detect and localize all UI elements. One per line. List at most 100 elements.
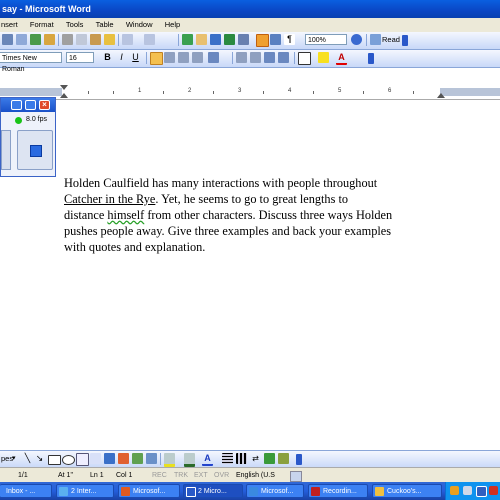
bullets-icon[interactable] bbox=[250, 52, 261, 63]
word-icon bbox=[186, 487, 196, 497]
oval-tool-icon[interactable] bbox=[62, 455, 75, 465]
status-language: English (U.S bbox=[236, 472, 275, 479]
shadow-style-icon[interactable] bbox=[264, 453, 275, 464]
taskbar-item-word[interactable]: 2 Micro... bbox=[183, 484, 243, 498]
insert-table-icon[interactable] bbox=[210, 34, 221, 45]
align-right-icon[interactable] bbox=[178, 52, 189, 63]
line-tool-icon[interactable]: ╲ bbox=[22, 453, 33, 464]
font-name-select[interactable]: Times New Roman bbox=[0, 52, 62, 73]
insert-excel-icon[interactable] bbox=[224, 34, 235, 45]
format-painter-icon[interactable] bbox=[104, 34, 115, 45]
wordart-icon[interactable] bbox=[104, 453, 115, 464]
document-map-icon[interactable] bbox=[270, 34, 281, 45]
recorder-widget[interactable]: × 8.0 fps bbox=[0, 97, 56, 177]
line-color-icon[interactable] bbox=[184, 453, 195, 467]
3d-style-icon[interactable] bbox=[278, 453, 289, 464]
underline-icon[interactable]: U bbox=[130, 52, 141, 63]
menu-help[interactable]: Help bbox=[160, 18, 185, 32]
formatting-options-icon[interactable] bbox=[368, 53, 374, 64]
recorder-title-bar[interactable]: × bbox=[1, 98, 55, 112]
draw-font-color-icon[interactable]: A bbox=[202, 453, 213, 466]
decrease-indent-icon[interactable] bbox=[264, 52, 275, 63]
textbox-icon[interactable] bbox=[76, 453, 89, 466]
status-rec[interactable]: REC bbox=[152, 468, 167, 483]
research-icon[interactable] bbox=[44, 34, 55, 45]
print-icon[interactable] bbox=[2, 34, 13, 45]
font-color-icon[interactable]: A bbox=[336, 52, 347, 65]
taskbar-item-internet[interactable]: 2 Inter... bbox=[56, 484, 114, 498]
diagram-icon[interactable] bbox=[118, 453, 129, 464]
tray-security-icon[interactable] bbox=[489, 486, 498, 495]
first-line-indent-icon[interactable] bbox=[60, 85, 68, 90]
folder-icon bbox=[375, 487, 384, 496]
recorder-panel-left[interactable] bbox=[1, 130, 11, 170]
tray-app-icon[interactable] bbox=[450, 486, 459, 495]
taskbar-item-microsoft-2[interactable]: Microsof... bbox=[246, 484, 304, 498]
drawing-options-icon[interactable] bbox=[296, 454, 302, 465]
window-title-bar[interactable]: say - Microsoft Word bbox=[0, 0, 500, 18]
dash-style-icon[interactable] bbox=[236, 453, 247, 464]
menu-insert[interactable]: nsert bbox=[0, 18, 23, 32]
taskbar-item-recording[interactable]: Recordin... bbox=[308, 484, 368, 498]
taskbar-item-microsoft-1[interactable]: Microsof... bbox=[118, 484, 180, 498]
menu-window[interactable]: Window bbox=[121, 18, 158, 32]
copy-icon[interactable] bbox=[76, 34, 87, 45]
tray-volume-icon[interactable] bbox=[463, 486, 472, 495]
status-ovr[interactable]: OVR bbox=[214, 468, 229, 483]
line-spacing-icon[interactable] bbox=[208, 52, 219, 63]
undo-icon[interactable] bbox=[122, 34, 133, 45]
spelling-icon[interactable] bbox=[30, 34, 41, 45]
italic-icon[interactable]: I bbox=[116, 52, 127, 63]
highlight-icon[interactable] bbox=[318, 52, 329, 63]
stop-button[interactable] bbox=[17, 130, 53, 170]
paste-icon[interactable] bbox=[90, 34, 101, 45]
standard-toolbar: ¶ 100% Read bbox=[0, 32, 500, 50]
bold-icon[interactable]: B bbox=[102, 52, 113, 63]
status-ext[interactable]: EXT bbox=[194, 468, 208, 483]
font-size-select[interactable]: 16 bbox=[66, 52, 94, 63]
numbering-icon[interactable] bbox=[236, 52, 247, 63]
columns-icon[interactable] bbox=[238, 34, 249, 45]
maximize-icon[interactable] bbox=[25, 100, 36, 110]
arrow-tool-icon[interactable]: ↘ bbox=[34, 453, 45, 464]
line-style-icon[interactable] bbox=[222, 453, 233, 464]
drawing-icon[interactable] bbox=[256, 34, 269, 47]
insert-hyperlink-icon[interactable] bbox=[182, 34, 193, 45]
arrow-style-icon[interactable]: ⇄ bbox=[250, 453, 261, 464]
align-left-icon[interactable] bbox=[150, 52, 163, 65]
show-hide-icon[interactable]: ¶ bbox=[284, 34, 295, 45]
horizontal-ruler[interactable]: 1 2 3 4 5 6 bbox=[0, 85, 500, 100]
minimize-icon[interactable] bbox=[11, 100, 22, 110]
justify-icon[interactable] bbox=[192, 52, 203, 63]
grammar-flagged-word: himself bbox=[107, 208, 145, 222]
fill-color-icon[interactable] bbox=[164, 453, 175, 467]
cut-icon[interactable] bbox=[62, 34, 73, 45]
tray-network-icon[interactable] bbox=[476, 486, 487, 497]
right-indent-icon[interactable] bbox=[437, 93, 445, 98]
rectangle-tool-icon[interactable] bbox=[48, 455, 61, 465]
increase-indent-icon[interactable] bbox=[278, 52, 289, 63]
menu-tools[interactable]: Tools bbox=[61, 18, 89, 32]
document-body[interactable]: Holden Caulfield has many interactions w… bbox=[64, 175, 454, 255]
menu-table[interactable]: Table bbox=[91, 18, 119, 32]
help-icon[interactable] bbox=[351, 34, 362, 45]
taskbar-item-inbox[interactable]: Inbox - ... bbox=[0, 484, 52, 498]
toolbar-options-icon[interactable] bbox=[402, 35, 408, 46]
picture-icon[interactable] bbox=[146, 453, 157, 464]
hanging-indent-icon[interactable] bbox=[60, 93, 68, 98]
read-button[interactable]: Read bbox=[382, 35, 400, 44]
borders-icon[interactable] bbox=[298, 52, 311, 65]
print-preview-icon[interactable] bbox=[16, 34, 27, 45]
redo-icon[interactable] bbox=[144, 34, 155, 45]
zoom-select[interactable]: 100% bbox=[305, 34, 347, 45]
menu-format[interactable]: Format bbox=[25, 18, 59, 32]
tables-borders-icon[interactable] bbox=[196, 34, 207, 45]
read-icon[interactable] bbox=[370, 34, 381, 45]
text-box-icon[interactable] bbox=[90, 453, 101, 464]
taskbar-item-cuckoos[interactable]: Cuckoo's... bbox=[372, 484, 442, 498]
align-center-icon[interactable] bbox=[164, 52, 175, 63]
status-trk[interactable]: TRK bbox=[174, 468, 188, 483]
spelling-status-icon[interactable] bbox=[290, 471, 302, 482]
close-icon[interactable]: × bbox=[39, 100, 50, 110]
clipart-icon[interactable] bbox=[132, 453, 143, 464]
